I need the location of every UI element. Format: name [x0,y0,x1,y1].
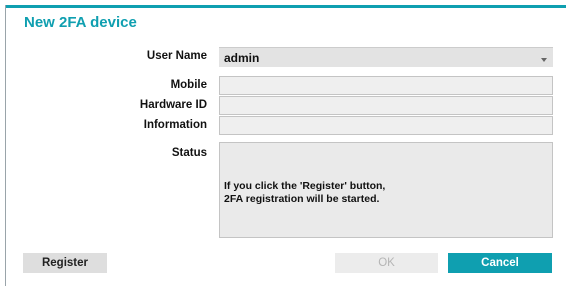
dialog-top-border [5,5,566,8]
dialog-title: New 2FA device [24,14,137,31]
ok-button[interactable]: OK [335,253,438,273]
chevron-down-icon [541,58,547,62]
user-name-label: User Name [146,50,207,62]
status-message: If you click the 'Register' button, 2FA … [224,180,385,206]
user-name-value: admin [224,51,260,65]
mobile-label: Mobile [170,79,207,91]
hardware-id-label: Hardware ID [139,99,207,111]
status-label: Status [171,147,207,159]
register-button[interactable]: Register [23,253,107,273]
status-message-line-2: 2FA registration will be started. [224,193,380,205]
status-message-line-1: If you click the 'Register' button, [224,180,386,192]
information-field[interactable] [219,116,553,135]
cancel-button[interactable]: Cancel [448,253,552,273]
hardware-id-field[interactable] [219,96,553,115]
user-name-select[interactable]: admin [219,47,553,67]
mobile-field[interactable] [219,76,553,95]
information-label: Information [143,119,207,131]
dialog-left-border [5,5,6,286]
status-box: If you click the 'Register' button, 2FA … [219,142,553,238]
